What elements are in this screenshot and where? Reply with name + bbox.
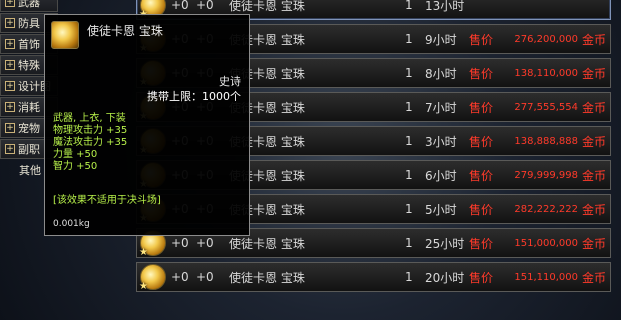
item-quantity: 1 — [405, 32, 413, 46]
item-plus: +0 — [171, 236, 189, 250]
sale-label: 售价 — [469, 66, 494, 81]
item-quantity: 1 — [405, 202, 413, 216]
orb-item-icon: ★ — [139, 264, 166, 292]
expand-icon: + — [5, 144, 15, 154]
item-plus: +0 — [171, 270, 189, 284]
sale-label: 售价 — [469, 202, 494, 217]
item-name: 使徒卡恩 宝珠 — [229, 236, 305, 251]
sale-label: 售价 — [469, 100, 494, 115]
item-name: 使徒卡恩 宝珠 — [229, 270, 305, 285]
time-left: 3小时 — [425, 134, 457, 149]
tooltip-weight: 0.001kg — [53, 219, 90, 229]
tooltip-stat-line: 物理攻击力 +35 — [53, 125, 128, 136]
item-enhance: +0 — [196, 0, 214, 12]
item-quantity: 1 — [405, 168, 413, 182]
currency-label: 金币 — [581, 168, 606, 183]
tooltip-note: [该效果不适用于决斗场] — [53, 195, 161, 206]
category-weapon[interactable]: + 武器 — [0, 0, 58, 12]
currency-label: 金币 — [581, 32, 606, 47]
time-left: 8小时 — [425, 66, 457, 81]
price: 276,200,000 — [514, 33, 578, 45]
sale-label: 售价 — [469, 236, 494, 251]
sale-label: 售价 — [469, 134, 494, 149]
orb-item-icon — [51, 21, 79, 49]
star-icon: ★ — [139, 247, 148, 258]
price: 138,888,888 — [514, 135, 578, 147]
tooltip-stat-line: 智力 +50 — [53, 161, 98, 172]
item-quantity: 1 — [405, 66, 413, 80]
price: 138,110,000 — [514, 67, 578, 79]
expand-icon: + — [5, 60, 15, 70]
star-icon: ★ — [139, 281, 148, 292]
time-left: 6小时 — [425, 168, 457, 183]
tooltip-stat-line: 魔法攻击力 +35 — [53, 137, 128, 148]
currency-label: 金币 — [581, 202, 606, 217]
item-quantity: 1 — [405, 0, 413, 12]
expand-icon: + — [5, 39, 15, 49]
time-left: 7小时 — [425, 100, 457, 115]
expand-icon: + — [5, 18, 15, 28]
currency-label: 金币 — [581, 270, 606, 285]
item-tooltip: 使徒卡恩 宝珠 史诗 携带上限：1000个 武器, 上衣, 下装 物理攻击力 +… — [44, 14, 250, 236]
expand-icon: + — [5, 0, 15, 7]
price: 282,222,222 — [514, 203, 578, 215]
tooltip-slot-line: 武器, 上衣, 下装 — [53, 113, 126, 124]
item-enhance: +0 — [196, 270, 214, 284]
sale-label: 售价 — [469, 168, 494, 183]
tooltip-carry-limit: 携带上限：1000个 — [147, 90, 241, 103]
tooltip-stat-line: 力量 +50 — [53, 149, 98, 160]
item-quantity: 1 — [405, 100, 413, 114]
price: 151,000,000 — [514, 237, 578, 249]
time-left: 5小时 — [425, 202, 457, 217]
time-left: 9小时 — [425, 32, 457, 47]
sale-label: 售价 — [469, 270, 494, 285]
price: 279,999,998 — [514, 169, 578, 181]
expand-icon: + — [5, 81, 15, 91]
tooltip-stats: 武器, 上衣, 下装 物理攻击力 +35 魔法攻击力 +35 力量 +50 智力… — [53, 113, 127, 173]
currency-label: 金币 — [581, 134, 606, 149]
item-enhance: +0 — [196, 236, 214, 250]
time-left: 20小时 — [425, 270, 465, 285]
listing-row[interactable]: ★ +0 +0 使徒卡恩 宝珠 1 20小时 售价 151,110,000 金币 — [136, 262, 611, 292]
tooltip-rarity: 史诗 — [219, 75, 241, 88]
tooltip-item-name: 使徒卡恩 宝珠 — [87, 24, 163, 38]
price: 277,555,554 — [514, 101, 578, 113]
currency-label: 金币 — [581, 236, 606, 251]
item-quantity: 1 — [405, 236, 413, 250]
sale-label: 售价 — [469, 32, 494, 47]
item-quantity: 1 — [405, 134, 413, 148]
item-plus: +0 — [171, 0, 189, 12]
currency-label: 金币 — [581, 66, 606, 81]
currency-label: 金币 — [581, 100, 606, 115]
time-left: 25小时 — [425, 236, 465, 251]
expand-icon: + — [5, 102, 15, 112]
item-quantity: 1 — [405, 270, 413, 284]
item-name: 使徒卡恩 宝珠 — [229, 0, 305, 13]
expand-icon: + — [5, 123, 15, 133]
time-left: 13小时 — [425, 0, 465, 13]
price: 151,110,000 — [514, 271, 578, 283]
